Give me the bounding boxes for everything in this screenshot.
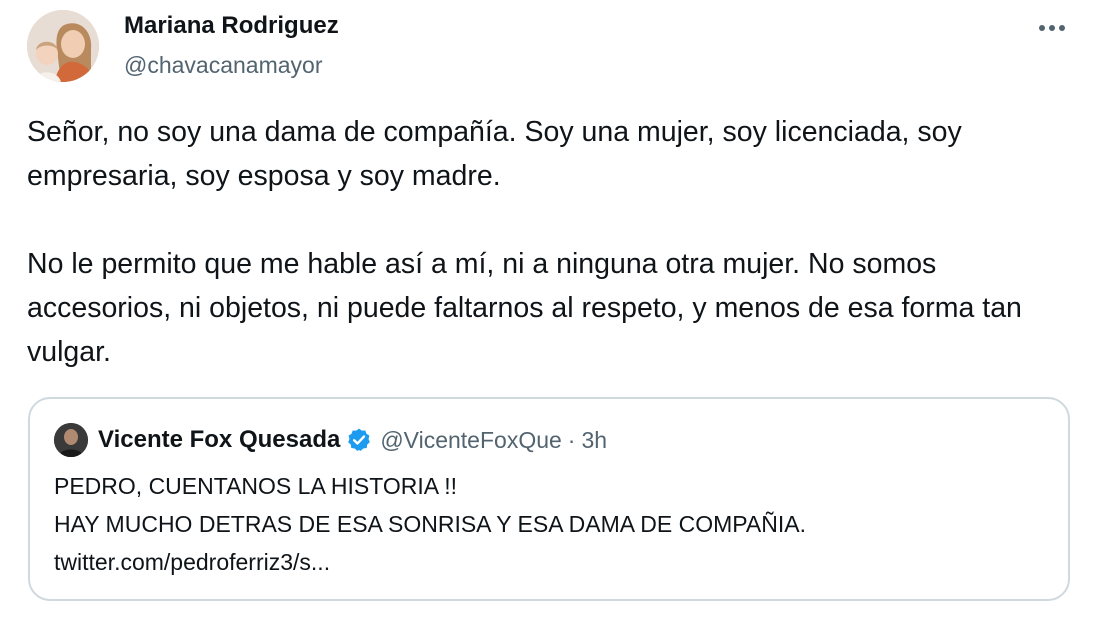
tweet-text: Señor, no soy una dama de compañía. Soy … (27, 110, 1087, 374)
more-horizontal-icon (1039, 25, 1065, 31)
quoted-link[interactable]: twitter.com/pedroferriz3/s... (54, 543, 806, 581)
tweet-paragraph-1-text: Señor, no soy una dama de compañía. Soy … (27, 116, 962, 192)
verified-badge-icon (346, 427, 372, 453)
tweet-paragraph-1: Señor, no soy una dama de compañía. Soy … (27, 110, 1087, 198)
quoted-tweet-header: Vicente Fox Quesada @VicenteFoxQue · 3h (54, 423, 607, 457)
quoted-line-2: HAY MUCHO DETRAS DE ESA SONRISA Y ESA DA… (54, 511, 806, 537)
author-handle[interactable]: @chavacanamayor (124, 52, 323, 79)
author-avatar[interactable] (27, 10, 99, 82)
tweet-paragraph-2-text: No le permito que me hable así a mí, ni … (27, 248, 1022, 368)
tweet-paragraph-2: No le permito que me hable así a mí, ni … (27, 242, 1087, 374)
quoted-author-name[interactable]: Vicente Fox Quesada (98, 426, 340, 454)
quoted-separator: · (567, 426, 576, 453)
quoted-avatar-photo (54, 423, 88, 457)
author-name[interactable]: Mariana Rodriguez (124, 12, 339, 40)
quoted-line-1: PEDRO, CUENTANOS LA HISTORIA !! (54, 473, 458, 499)
tweet: Mariana Rodriguez @chavacanamayor Señor,… (0, 0, 1102, 620)
quoted-author-avatar[interactable] (54, 423, 88, 457)
quoted-timestamp[interactable]: 3h (581, 427, 607, 454)
quoted-author-handle[interactable]: @VicenteFoxQue (380, 427, 561, 454)
avatar-photo (27, 10, 99, 82)
quoted-tweet-text: PEDRO, CUENTANOS LA HISTORIA !! HAY MUCH… (54, 467, 806, 581)
quoted-tweet-card[interactable]: Vicente Fox Quesada @VicenteFoxQue · 3h … (28, 397, 1070, 601)
more-options-button[interactable] (1030, 10, 1074, 46)
